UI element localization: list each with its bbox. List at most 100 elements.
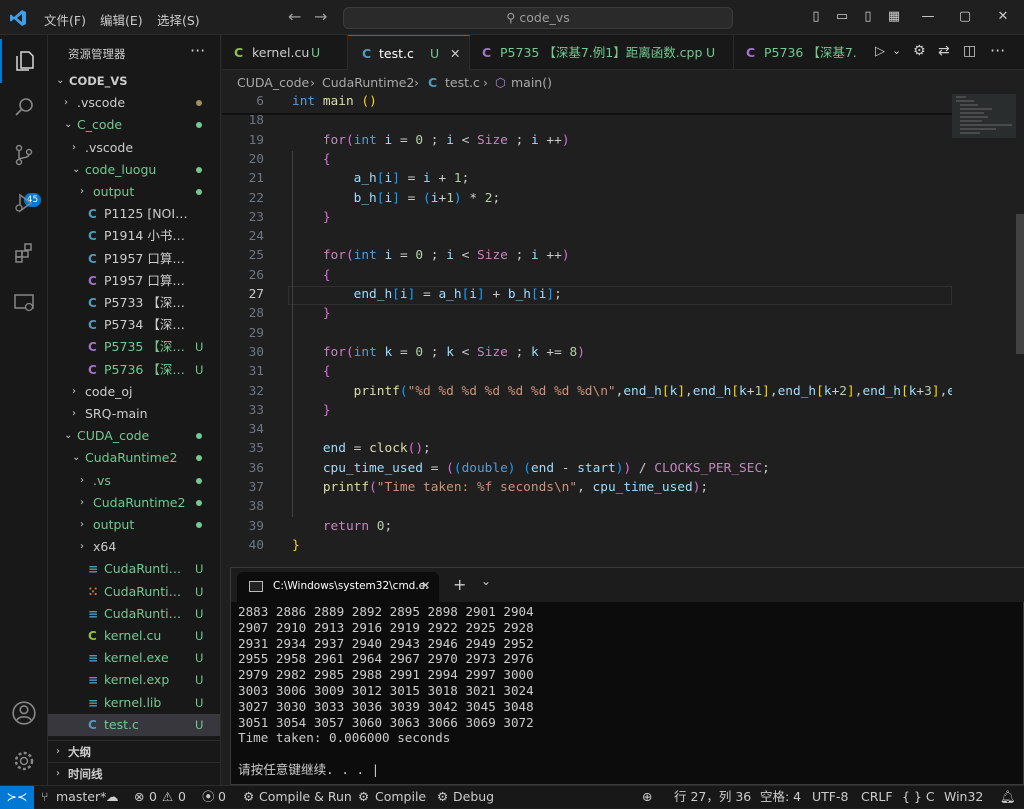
source-control-icon[interactable] [0,133,48,177]
chevron-down-icon[interactable]: ⌄ [892,44,901,57]
indentation[interactable]: 空格: 4 [760,786,801,808]
code-line[interactable]: for(int k = 0 ; k < Size ; k += 8) [292,345,585,360]
tree-file[interactable]: ≡ kernel.exp U [48,669,220,691]
breadcrumb-file[interactable]: test.c [445,72,480,94]
settings-gear-icon[interactable] [0,739,48,783]
tree-folder[interactable]: ⌄ code_luogu [48,159,220,181]
code-line[interactable]: a_h[i] = i + 1; [292,171,470,186]
tab-p5736[interactable]: C P5736 【深基7. [734,35,870,70]
scrollbar-thumb[interactable] [1016,214,1024,354]
tree-file[interactable]: ≡ kernel.exe U [48,647,220,669]
code-editor[interactable]: 6 int main () 18 19 for(int i = 0 ; i < Siz… [222,94,952,560]
split-editor-icon[interactable]: ◫ [963,43,976,59]
explorer-icon[interactable] [0,39,48,83]
code-line[interactable]: } [292,403,331,418]
search-sidebar-icon[interactable] [0,85,48,129]
code-line[interactable]: { [292,364,331,379]
code-line[interactable]: b_h[i] = (i+1) * 2; [292,191,501,206]
tree-folder[interactable]: › output [48,181,220,203]
remote-indicator-icon[interactable]: ≻≺ [0,786,34,809]
tree-file[interactable]: C P1957 口算练习题.c [48,248,220,270]
run-debug-icon[interactable] [0,181,48,225]
tree-file[interactable]: C P5736 【深基... U [48,359,220,381]
code-line[interactable]: } [292,538,300,553]
tree-folder[interactable]: › CudaRuntime2 [48,492,220,514]
menu-edit[interactable]: 编辑(E) [100,10,143,29]
editor-scrollbar[interactable] [1016,94,1024,560]
tree-folder[interactable]: › .vs [48,470,220,492]
error-icon[interactable]: ⊗ [134,786,144,808]
tree-file[interactable]: C P5734 【深基6.例6... [48,314,220,336]
tree-folder[interactable]: › .vscode [48,92,220,114]
tree-folder[interactable]: ⌄ CudaRuntime2 [48,447,220,469]
run-play-icon[interactable]: ▷ [875,44,885,59]
breadcrumb-symbol[interactable]: main() [511,72,552,94]
code-line[interactable]: printf("%d %d %d %d %d %d %d %d\n",end_h… [292,384,952,399]
settings-gear-icon[interactable]: ⚙ [913,43,926,59]
ports-icon[interactable]: ⦿ [202,786,215,808]
code-line[interactable]: { [292,268,331,283]
platform[interactable]: Win32 [944,786,983,808]
customize-layout-icon[interactable]: ▦ [886,9,902,25]
tree-file[interactable]: ⁙ CudaRuntime... U [48,581,220,603]
tree-folder[interactable]: › x64 [48,536,220,558]
tree-folder[interactable]: ⌄ C_code [48,114,220,136]
menu-selection[interactable]: 选择(S) [157,10,200,29]
tree-folder[interactable]: › code_oj [48,381,220,403]
maximize-window-icon[interactable]: ▢ [957,9,973,25]
tree-file[interactable]: C P5735 【深基... U [48,336,220,358]
tree-folder[interactable]: › .vscode [48,137,220,159]
code-line[interactable]: } [292,210,331,225]
back-arrow-icon[interactable]: ← [288,7,301,26]
code-line[interactable]: for(int i = 0 ; i < Size ; i ++) [292,248,570,263]
chevron-down-icon[interactable]: ⌄ [481,574,491,588]
zoom-icon[interactable]: ⊕ [642,786,652,808]
tree-file[interactable]: C P1125 [NOIP2008 ... [48,203,220,225]
notifications-bell-icon[interactable]: 🔔︎ [1000,786,1016,808]
language-mode[interactable]: { } C [902,786,935,808]
compile-button[interactable]: Compile [375,786,426,808]
more-actions-icon[interactable]: ··· [990,41,1005,60]
code-line[interactable]: printf("Time taken: %f seconds\n", cpu_t… [292,480,708,495]
code-line[interactable]: } [292,306,331,321]
line-ending[interactable]: CRLF [861,786,893,808]
sync-icon[interactable]: ☁ [106,786,119,808]
cursor-position[interactable]: 行 27，列 36 [674,786,751,808]
command-center-search[interactable]: ⚲ code_vs [343,7,733,29]
tree-file[interactable]: C P1914 小书童——... [48,225,220,247]
close-tab-icon[interactable]: ✕ [450,36,460,70]
extensions-icon[interactable] [0,231,48,275]
tree-file[interactable]: C P5733 【深基6.例1... [48,292,220,314]
remote-explorer-icon[interactable] [0,281,48,325]
tab-test-c[interactable]: C test.c U ✕ [348,35,470,70]
code-line[interactable]: cpu_time_used = ((double) (end - start))… [292,461,770,476]
warning-icon[interactable]: ⚠ [162,786,173,808]
tab-kernel-cu[interactable]: C kernel.cu U [222,35,348,70]
code-line[interactable]: { [292,152,331,167]
accounts-icon[interactable] [0,691,48,735]
encoding[interactable]: UTF-8 [812,786,848,808]
compile-run-button[interactable]: Compile & Run [259,786,352,808]
code-line[interactable]: end = clock(); [292,441,431,456]
breadcrumb-folder[interactable]: CUDA_code [237,72,309,94]
minimize-window-icon[interactable]: — [920,9,936,25]
tree-file[interactable]: ≡ CudaRuntime... U [48,603,220,625]
terminal-window[interactable]: C:\Windows\system32\cmd.e: ✕ + ⌄ 2883 28… [230,567,1024,785]
more-actions-icon[interactable]: ··· [190,41,205,60]
debug-button[interactable]: Debug [453,786,494,808]
forward-arrow-icon[interactable]: → [314,7,327,26]
breadcrumb-folder[interactable]: CudaRuntime2 [322,72,414,94]
code-line[interactable]: int main () [292,94,377,109]
branch-name[interactable]: master* [56,786,106,808]
toggle-secondary-sidebar-icon[interactable]: ▯ [860,9,876,25]
tree-folder[interactable]: ⌄ CODE_VS [48,70,220,92]
close-window-icon[interactable]: ✕ [995,9,1011,25]
outline-section[interactable]: › 大纲 [48,740,220,762]
tree-file[interactable]: Ckernel.cu U [48,625,220,647]
tree-file[interactable]: ≡ kernel.lib U [48,692,220,714]
code-line[interactable]: return 0; [292,519,392,534]
code-line[interactable]: end_h[i] = a_h[i] + b_h[i]; [292,287,562,302]
timeline-section[interactable]: › 时间线 [48,762,220,784]
new-tab-plus-icon[interactable]: + [453,575,466,594]
tree-file[interactable]: ≡ CudaRuntime... U [48,558,220,580]
